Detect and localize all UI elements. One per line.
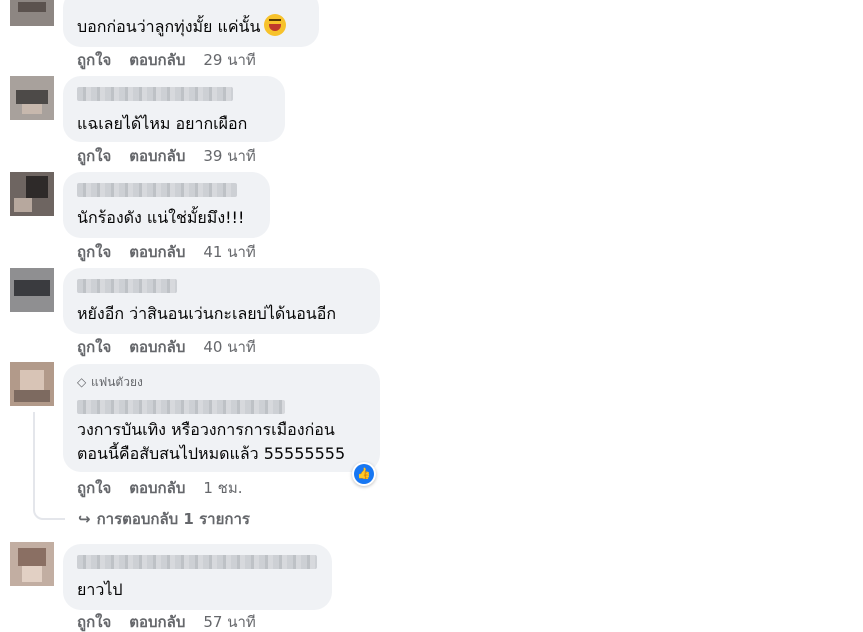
badge-label: แฟนตัวยง (91, 375, 143, 389)
diamond-icon: ◇ (77, 375, 87, 389)
comment-text: หยังอีก ว่าสินอนเว่นกะเลยบ่ได้นอนอีก (77, 304, 337, 323)
reply-button[interactable]: ตอบกลับ (129, 243, 185, 261)
like-button[interactable]: ถูกใจ (77, 147, 111, 165)
avatar[interactable] (10, 172, 54, 216)
comment-text-content: บอกก่อนว่าลูกทุ่งมั้ย แค่นั้น (77, 17, 261, 36)
like-button[interactable]: ถูกใจ (77, 338, 111, 356)
comment-text: แฉเลยได้ไหม อยากเผือก (77, 114, 248, 133)
like-button[interactable]: ถูกใจ (77, 479, 111, 497)
comment-bubble: หยังอีก ว่าสินอนเว่นกะเลยบ่ได้นอนอีก (63, 268, 380, 334)
replies-count-label: การตอบกลับ 1 รายการ (96, 510, 250, 528)
view-replies-link[interactable]: ↪ การตอบกลับ 1 รายการ (78, 508, 250, 530)
avatar[interactable] (10, 362, 54, 406)
comment-actions: ถูกใจ ตอบกลับ 39 นาที (77, 146, 256, 166)
comment-actions: ถูกใจ ตอบกลับ 41 นาที (77, 242, 256, 262)
reply-button[interactable]: ตอบกลับ (129, 147, 185, 165)
comment-actions: ถูกใจ ตอบกลับ 29 นาที (77, 50, 256, 70)
reply-button[interactable]: ตอบกลับ (129, 51, 185, 69)
avatar[interactable] (10, 542, 54, 586)
blurred-author-name[interactable] (77, 279, 177, 293)
like-button[interactable]: ถูกใจ (77, 243, 111, 261)
comment-bubble: ◇ แฟนตัวยง วงการบันเทิง หรือวงการการเมือง… (63, 364, 380, 472)
timestamp[interactable]: 57 นาที (203, 613, 255, 631)
blurred-author-name[interactable] (77, 400, 285, 414)
top-fan-badge[interactable]: ◇ แฟนตัวยง (77, 374, 143, 390)
comment-text-line-1: วงการบันเทิง หรือวงการการเมืองก่อน (77, 420, 335, 439)
blurred-author-name[interactable] (77, 87, 233, 101)
comment-text: นักร้องดัง แน่ใช่มั้ยมึง!!! (77, 208, 245, 227)
comment-bubble: บอกก่อนว่าลูกทุ่งมั้ย แค่นั้น (63, 0, 319, 47)
avatar[interactable] (10, 0, 54, 26)
avatar[interactable] (10, 76, 54, 120)
blurred-author-name[interactable] (77, 183, 237, 197)
comment-bubble: แฉเลยได้ไหม อยากเผือก (63, 76, 285, 142)
comment-actions: ถูกใจ ตอบกลับ 57 นาที (77, 612, 256, 632)
comment-bubble: ยาวไป (63, 544, 332, 610)
reply-button[interactable]: ตอบกลับ (129, 613, 185, 631)
reply-button[interactable]: ตอบกลับ (129, 338, 185, 356)
reply-thread-line (33, 412, 65, 520)
timestamp[interactable]: 41 นาที (203, 243, 255, 261)
comment-actions: ถูกใจ ตอบกลับ 40 นาที (77, 337, 256, 357)
like-icon: 👍 (354, 464, 374, 484)
timestamp[interactable]: 1 ชม. (203, 479, 242, 497)
timestamp[interactable]: 39 นาที (203, 147, 255, 165)
reply-arrow-icon: ↪ (78, 510, 91, 528)
reaction-count[interactable]: 👍 (352, 462, 376, 486)
timestamp[interactable]: 29 นาที (203, 51, 255, 69)
comment-text: ยาวไป (77, 580, 123, 599)
laughing-emoji-icon (264, 14, 287, 36)
reply-button[interactable]: ตอบกลับ (129, 479, 185, 497)
comment-text: บอกก่อนว่าลูกทุ่งมั้ย แค่นั้น (77, 14, 287, 39)
comment-actions: ถูกใจ ตอบกลับ 1 ชม. (77, 478, 243, 498)
blurred-author-name[interactable] (77, 555, 317, 569)
comment-text-line-2: ตอนนี้คือสับสนไปหมดแล้ว 55555555 (77, 444, 346, 463)
comment-bubble: นักร้องดัง แน่ใช่มั้ยมึง!!! (63, 172, 270, 238)
avatar[interactable] (10, 268, 54, 312)
like-button[interactable]: ถูกใจ (77, 51, 111, 69)
timestamp[interactable]: 40 นาที (203, 338, 255, 356)
like-button[interactable]: ถูกใจ (77, 613, 111, 631)
